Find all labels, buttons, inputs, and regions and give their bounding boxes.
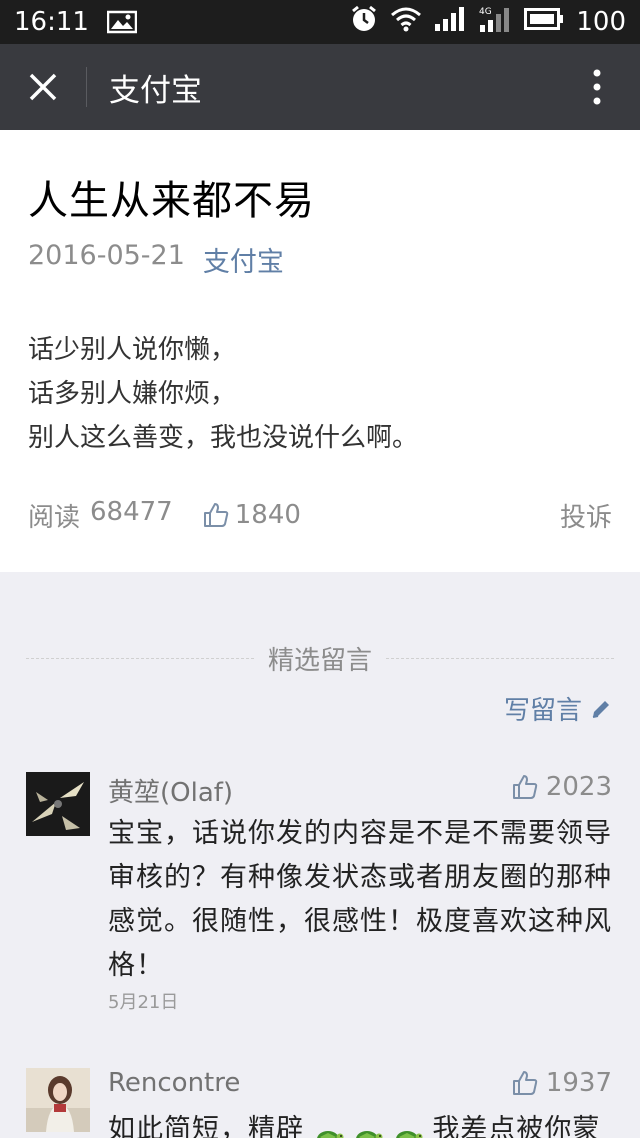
turtle-emoji-icon: [314, 1119, 344, 1138]
featured-comments-header: 精选留言: [26, 642, 615, 676]
article: 人生从来都不易 2016-05-21 支付宝 话少别人说你懒， 话多别人嫌你烦，…: [0, 130, 640, 572]
article-author-link[interactable]: 支付宝: [203, 240, 284, 279]
read-number: 68477: [90, 496, 173, 527]
more-button[interactable]: [554, 44, 640, 130]
featured-comments-title: 精选留言: [268, 645, 373, 676]
title-bar: 支付宝: [0, 44, 640, 130]
avatar[interactable]: [26, 772, 90, 836]
turtle-emoji-icon: [393, 1119, 423, 1138]
status-time: 16:11: [14, 7, 89, 37]
alarm-icon: [350, 5, 378, 40]
avatar[interactable]: [26, 1068, 90, 1132]
article-title: 人生从来都不易: [28, 178, 315, 224]
comment-date: 5月21日: [108, 992, 179, 1013]
battery-level: 100: [576, 7, 626, 37]
comment-text-part: 如此简短，精辟: [108, 1114, 304, 1138]
status-bar: 16:11 4G 100: [0, 0, 640, 44]
pencil-icon: [592, 700, 609, 718]
article-stats: 阅读 68477 1840 投诉: [28, 495, 612, 535]
comment-like-count: 1937: [545, 1068, 612, 1098]
svg-text:4G: 4G: [479, 7, 492, 17]
close-button[interactable]: [0, 44, 86, 130]
content-line: 别人这么善变，我也没说什么啊。: [28, 423, 419, 453]
comment-text-part: 我差点被你蒙: [432, 1114, 601, 1138]
content-line: 话少别人说你懒，: [28, 335, 237, 365]
read-count: 阅读 68477: [28, 497, 173, 534]
article-meta: 2016-05-21 支付宝: [28, 240, 284, 279]
report-link[interactable]: 投诉: [560, 497, 612, 534]
comment-item: Rencontre 1937 如此简短，精辟 我差点被你蒙: [26, 1068, 612, 1138]
comments-section: 精选留言 写留言 黄堃(Olaf) 2023 宝宝，话说你发的内容是不是不需要领…: [0, 572, 640, 1138]
comment-like-button[interactable]: 1937: [512, 1068, 612, 1098]
turtle-emoji-icon: [353, 1119, 383, 1138]
divider: [386, 657, 615, 659]
comment-text: 如此简短，精辟 我差点被你蒙: [108, 1108, 612, 1138]
comment-like-count: 2023: [545, 772, 612, 802]
status-icons: 4G 100: [350, 5, 626, 40]
divider: [26, 657, 254, 659]
signal-icon: [434, 6, 466, 39]
title-separator: [86, 67, 87, 107]
thumbs-up-icon: [512, 1071, 538, 1095]
read-label: 阅读: [28, 502, 81, 533]
comment-text: 宝宝，话说你发的内容是不是不需要领导审核的？有种像发状态或者朋友圈的那种感觉。很…: [108, 818, 612, 981]
article-content: 话少别人说你懒， 话多别人嫌你烦， 别人这么善变，我也没说什么啊。: [28, 328, 418, 460]
article-date: 2016-05-21: [28, 240, 185, 271]
thumbs-up-icon: [512, 775, 538, 799]
content-line: 话多别人嫌你烦，: [28, 379, 237, 409]
page-title: 支付宝: [109, 72, 202, 109]
more-vertical-icon: [593, 69, 601, 105]
comment-author[interactable]: 黄堃(Olaf): [108, 772, 233, 809]
comment-like-button[interactable]: 2023: [512, 772, 612, 802]
wifi-icon: [390, 6, 422, 39]
close-icon: [29, 73, 57, 101]
like-button[interactable]: 1840: [203, 500, 301, 530]
write-comment-label: 写留言: [503, 696, 582, 726]
thumbs-up-icon: [203, 503, 228, 527]
like-count: 1840: [234, 500, 301, 530]
4g-signal-icon: 4G: [478, 5, 512, 40]
battery-icon: [524, 7, 564, 37]
comment-item: 黄堃(Olaf) 2023 宝宝，话说你发的内容是不是不需要领导审核的？有种像发…: [26, 772, 612, 1022]
image-icon: [106, 10, 138, 34]
write-comment-button[interactable]: 写留言: [504, 690, 612, 727]
comment-author[interactable]: Rencontre: [108, 1068, 240, 1098]
